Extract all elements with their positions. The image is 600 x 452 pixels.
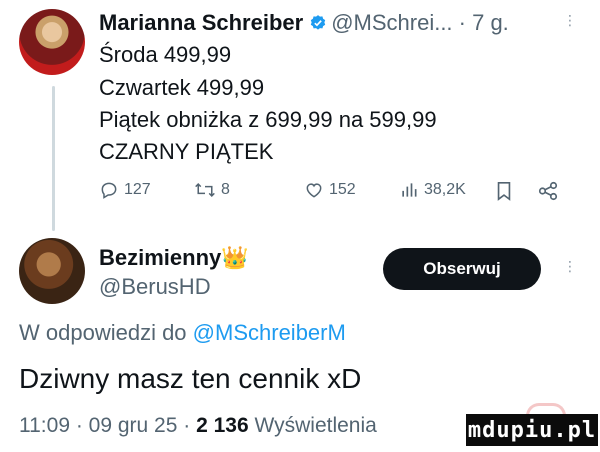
retweet-count: 8 [221, 181, 230, 198]
reply-icon [99, 180, 119, 200]
tweet-line: Czwartek 499,99 [99, 75, 265, 100]
heart-icon [304, 180, 324, 200]
reply-count: 127 [124, 181, 151, 198]
in-reply-to: W odpowiedzi do @MSchreiberM [19, 320, 346, 346]
bookmark-icon [494, 180, 514, 202]
view-count: 2 136 [196, 414, 249, 437]
more-options-icon[interactable]: ⋮ [563, 12, 577, 29]
in-reply-prefix: W odpowiedzi do [19, 320, 187, 345]
tweet-line: Piątek obniżka z 699,99 na 599,99 [99, 107, 437, 132]
reply-author-name[interactable]: Bezimienny👑 [99, 245, 249, 271]
thread-line [52, 86, 55, 231]
author-name[interactable]: Marianna Schreiber [99, 10, 303, 35]
more-options-icon[interactable]: ⋮ [563, 258, 577, 275]
views-chart-icon [399, 180, 419, 200]
watermark-text: mdupiu.pl [467, 417, 597, 443]
timestamp[interactable]: 11:09 · 09 gru 25 · [19, 414, 190, 437]
views-count: 38,2K [424, 181, 466, 198]
reply-text: Dziwny masz ten cennik xD [19, 363, 362, 394]
share-icon [537, 180, 559, 202]
avatar[interactable] [19, 9, 85, 75]
retweet-icon [194, 180, 216, 200]
retweet-button[interactable]: 8 [194, 180, 230, 200]
verified-badge-icon [309, 12, 327, 38]
bookmark-button[interactable] [494, 180, 514, 202]
views-button[interactable]: 38,2K [399, 180, 466, 200]
follow-button[interactable]: Obserwuj [383, 248, 541, 290]
reply-button[interactable]: 127 [99, 180, 151, 200]
handle-time[interactable]: @MSchrei... · 7 g. [331, 10, 509, 35]
tweet-line: CZARNY PIĄTEK [99, 139, 274, 164]
reply-meta: 11:09 · 09 gru 25 · 2 136 Wyświetlenia [19, 414, 377, 438]
reply-handle[interactable]: @BerusHD [99, 274, 211, 300]
tweet-actions: 127 8 152 38,2K [99, 180, 579, 204]
like-button[interactable]: 152 [304, 180, 356, 200]
tweet-header: Marianna Schreiber @MSchrei... · 7 g. [99, 10, 509, 38]
like-count: 152 [329, 181, 356, 198]
share-button[interactable] [537, 180, 559, 202]
tweet-line: Środa 499,99 [99, 42, 232, 67]
mention-link[interactable]: @MSchreiberM [193, 320, 346, 345]
view-label: Wyświetlenia [254, 414, 377, 437]
avatar[interactable] [19, 238, 85, 304]
watermark-logo: mdupiu.pl [466, 414, 598, 446]
